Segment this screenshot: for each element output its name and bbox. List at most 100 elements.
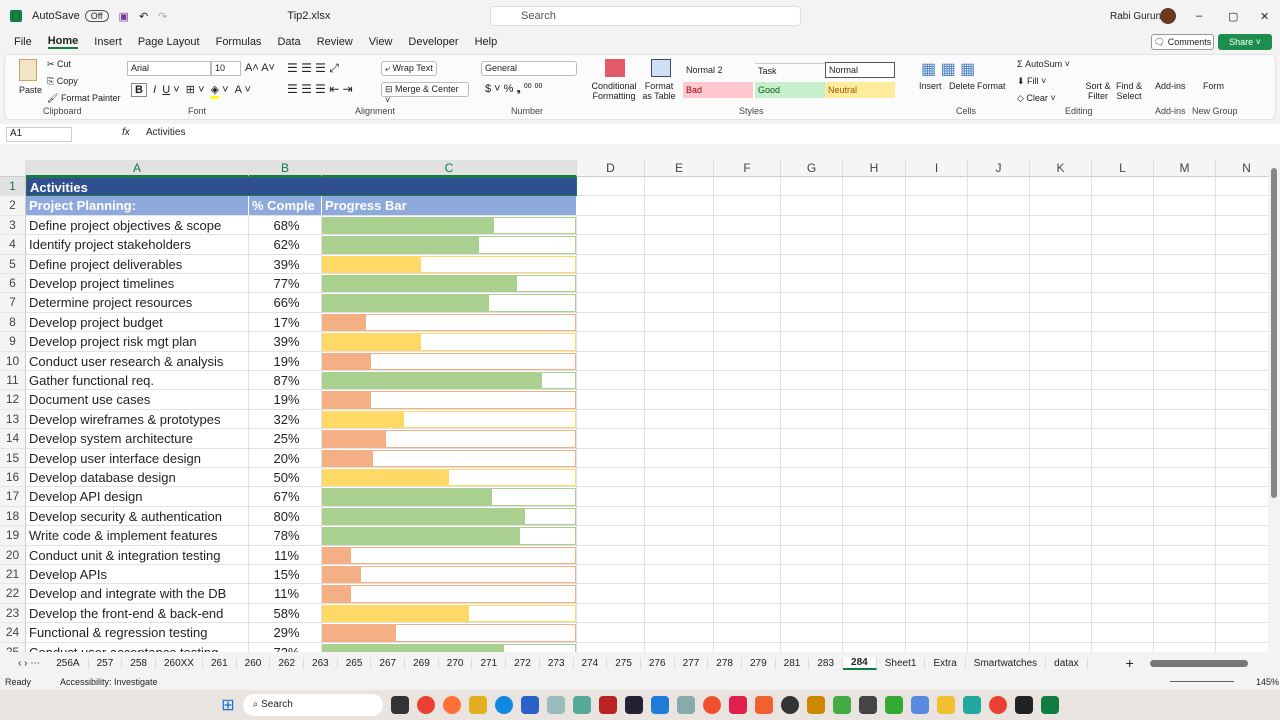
sheet-tab[interactable]: 271 (472, 657, 507, 669)
cell[interactable] (1030, 293, 1092, 313)
cell[interactable] (968, 603, 1030, 624)
column-header[interactable]: F (714, 160, 781, 177)
cell[interactable] (1092, 274, 1154, 294)
cell[interactable] (1216, 313, 1268, 333)
cell[interactable] (1216, 410, 1268, 430)
activity-cell[interactable]: Identify project stakeholders (26, 235, 249, 255)
column-header[interactable]: L (1092, 160, 1154, 177)
activity-cell[interactable]: Develop database design (26, 468, 249, 488)
zoom-slider[interactable] (1170, 681, 1234, 682)
activity-cell[interactable]: Develop user interface design (26, 448, 249, 468)
app-icon[interactable] (910, 696, 929, 714)
cell[interactable] (714, 371, 781, 391)
sheet-tab[interactable]: 278 (708, 657, 742, 669)
cell[interactable] (906, 487, 968, 507)
cell[interactable] (968, 351, 1030, 371)
cell[interactable] (1154, 565, 1216, 585)
clear-button[interactable]: ◇ Clear ˅ (1017, 93, 1056, 104)
cell[interactable] (1154, 274, 1216, 294)
row-header[interactable]: 3 (0, 215, 26, 236)
percent-cell[interactable]: 68% (249, 215, 322, 236)
activity-cell[interactable]: Conduct user acceptance testing (26, 642, 249, 652)
activity-cell[interactable]: Define project deliverables (26, 254, 249, 274)
cell[interactable] (1216, 274, 1268, 294)
sheet-tab[interactable]: 270 (439, 657, 473, 669)
row-header[interactable]: 13 (0, 409, 26, 430)
row-header[interactable]: 22 (0, 584, 26, 604)
percent-cell[interactable]: 17% (249, 312, 322, 333)
percent-cell[interactable]: 20% (249, 448, 322, 468)
cell[interactable] (645, 603, 714, 624)
row-header[interactable]: 6 (0, 274, 26, 294)
cell[interactable] (577, 409, 645, 430)
cell[interactable] (906, 274, 968, 294)
progress-bar-cell[interactable] (322, 468, 577, 488)
cell[interactable] (645, 468, 714, 488)
sheet-tab[interactable]: 262 (270, 657, 305, 669)
activity-cell[interactable]: Gather functional req. (26, 371, 249, 391)
paste-button[interactable]: Paste (19, 85, 42, 95)
cell[interactable] (577, 215, 645, 236)
tab-review[interactable]: Review (317, 36, 353, 48)
fill-button[interactable]: ⬇ Fill ˅ (1017, 76, 1046, 87)
cell[interactable] (968, 196, 1030, 216)
cell[interactable] (714, 603, 781, 624)
cell[interactable] (577, 642, 645, 652)
cell[interactable] (1092, 468, 1154, 488)
tab-page-layout[interactable]: Page Layout (138, 36, 200, 48)
progress-bar-cell[interactable] (322, 565, 577, 585)
app-icon[interactable] (806, 696, 825, 714)
cell[interactable] (843, 487, 906, 507)
cell[interactable] (781, 448, 843, 468)
cell[interactable] (781, 526, 843, 546)
cell[interactable] (968, 332, 1030, 352)
row-header[interactable]: 7 (0, 293, 26, 313)
cell[interactable] (1154, 409, 1216, 430)
cell[interactable] (577, 177, 645, 197)
cell[interactable] (645, 409, 714, 430)
cell[interactable] (1092, 603, 1154, 624)
cell[interactable] (906, 603, 968, 624)
cell[interactable] (968, 235, 1030, 255)
sort-filter-button[interactable]: Sort & Filter (1085, 81, 1111, 101)
sheet-tab[interactable]: 276 (641, 657, 675, 669)
autosave-toggle[interactable]: Off (84, 10, 109, 22)
cell[interactable] (1154, 332, 1216, 352)
format-button[interactable]: Format (977, 81, 1006, 91)
column-header[interactable]: M (1154, 160, 1216, 177)
format-painter-button[interactable]: 🖌 Format Painter (47, 93, 120, 104)
tab-help[interactable]: Help (475, 36, 498, 48)
calendar-icon[interactable] (520, 696, 539, 714)
activity-cell[interactable]: Conduct user research & analysis (26, 351, 249, 371)
cell[interactable] (1092, 448, 1154, 468)
cell[interactable] (645, 177, 714, 197)
cell[interactable] (577, 332, 645, 352)
percent-cell[interactable]: 66% (249, 293, 322, 313)
cell[interactable] (1092, 390, 1154, 410)
cell[interactable] (781, 371, 843, 391)
cell[interactable] (1030, 409, 1092, 430)
row-header[interactable]: 21 (0, 565, 26, 585)
row-header[interactable]: 15 (0, 448, 26, 468)
number-format-select[interactable]: General (481, 61, 577, 76)
sheet-tab[interactable]: 269 (405, 657, 439, 669)
cell[interactable] (577, 526, 645, 546)
column-header[interactable]: E (645, 160, 714, 177)
cell[interactable] (1216, 390, 1268, 410)
cell[interactable] (1216, 216, 1268, 236)
cell[interactable] (645, 254, 714, 274)
chrome-profile-icon[interactable] (988, 696, 1007, 714)
progress-bar-cell[interactable] (322, 371, 577, 391)
cell[interactable] (843, 293, 906, 313)
cell[interactable] (1030, 254, 1092, 274)
cell[interactable] (906, 351, 968, 371)
activity-cell[interactable]: Develop project budget (26, 312, 249, 333)
cell[interactable] (1030, 506, 1092, 527)
cell[interactable] (714, 351, 781, 371)
sheet-tab[interactable]: 260 (237, 657, 271, 669)
cell[interactable] (577, 565, 645, 585)
cell[interactable] (1154, 390, 1216, 410)
percent-cell[interactable]: 25% (249, 429, 322, 449)
name-box[interactable]: A1 (6, 127, 72, 142)
tab-file[interactable]: File (14, 36, 32, 48)
